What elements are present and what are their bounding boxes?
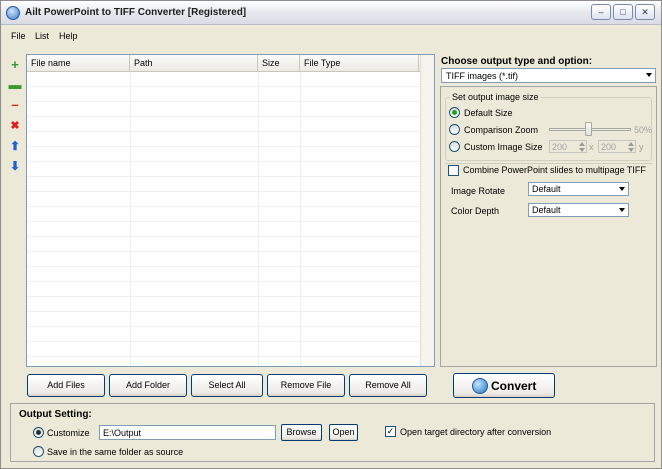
column-file-name[interactable]: File name <box>27 55 130 71</box>
remove-icon[interactable]: – <box>7 97 23 113</box>
combine-checkbox[interactable] <box>448 165 459 176</box>
add-icon[interactable]: + <box>7 57 23 73</box>
output-type-value: TIFF images (*.tif) <box>446 71 519 81</box>
size-y-label: y <box>639 142 644 152</box>
default-size-radio[interactable] <box>449 107 460 118</box>
open-dir-checkbox[interactable]: ✓ <box>385 426 396 437</box>
add-folder-button[interactable]: Add Folder <box>109 374 187 397</box>
convert-button[interactable]: Convert <box>453 373 555 398</box>
same-folder-label: Save in the same folder as source <box>47 447 184 457</box>
open-button[interactable]: Open <box>329 424 358 441</box>
menu-file[interactable]: File <box>11 31 26 41</box>
output-setting-title: Output Setting: <box>19 409 92 420</box>
app-icon <box>6 6 20 20</box>
default-size-label: Default Size <box>464 108 513 118</box>
column-file-type[interactable]: File Type <box>300 55 419 71</box>
column-divider <box>300 72 301 366</box>
browse-button[interactable]: Browse <box>281 424 322 441</box>
refresh-icon <box>472 378 488 394</box>
convert-label: Convert <box>491 379 537 393</box>
custom-size-label: Custom Image Size <box>464 142 543 152</box>
options-panel: Set output image size Default Size Compa… <box>440 86 657 367</box>
chevron-down-icon <box>619 187 625 191</box>
height-value: 200 <box>601 142 617 152</box>
zoom-value: 50% <box>634 125 653 135</box>
list-scrollbar[interactable] <box>420 55 434 366</box>
customize-label: Customize <box>47 428 90 438</box>
menu-bar: File List Help <box>1 27 661 44</box>
close-button[interactable]: ✕ <box>635 4 655 20</box>
delete-icon[interactable]: ✖ <box>7 118 23 134</box>
chevron-down-icon <box>646 73 652 77</box>
width-value: 200 <box>552 142 568 152</box>
color-depth-select[interactable]: Default <box>528 203 629 217</box>
zoom-slider-thumb[interactable] <box>585 122 592 136</box>
image-size-group: Set output image size Default Size Compa… <box>445 92 653 161</box>
maximize-button[interactable]: □ <box>613 4 633 20</box>
remove-file-button[interactable]: Remove File <box>267 374 345 397</box>
same-folder-radio[interactable] <box>33 446 44 457</box>
image-rotate-select[interactable]: Default <box>528 182 629 196</box>
output-type-select[interactable]: TIFF images (*.tif) <box>441 68 656 83</box>
divider <box>445 163 652 164</box>
chevron-up-icon[interactable] <box>628 142 634 146</box>
chevron-down-icon <box>619 208 625 212</box>
app-window: Ailt PowerPoint to TIFF Converter [Regis… <box>0 0 662 469</box>
menu-help[interactable]: Help <box>59 31 78 41</box>
chevron-down-icon[interactable] <box>628 148 634 152</box>
color-depth-label: Color Depth <box>451 206 500 216</box>
customize-radio[interactable] <box>33 427 44 438</box>
folder-icon[interactable]: ▬ <box>7 77 23 93</box>
arrow-down-icon[interactable]: ⬇ <box>7 158 23 174</box>
comparison-zoom-radio[interactable] <box>449 124 460 135</box>
color-depth-value: Default <box>532 205 561 215</box>
chevron-down-icon[interactable] <box>579 148 585 152</box>
output-type-title: Choose output type and option: <box>441 56 593 67</box>
title-bar: Ailt PowerPoint to TIFF Converter [Regis… <box>1 1 661 25</box>
output-path-value: E:\Output <box>103 428 142 438</box>
image-rotate-value: Default <box>532 184 561 194</box>
height-stepper[interactable]: 200 <box>598 140 636 153</box>
comparison-zoom-label: Comparison Zoom <box>464 125 539 135</box>
column-divider <box>130 72 131 366</box>
arrow-up-icon[interactable]: ⬆ <box>7 138 23 154</box>
image-rotate-label: Image Rotate <box>451 186 506 196</box>
width-stepper[interactable]: 200 <box>549 140 587 153</box>
remove-all-button[interactable]: Remove All <box>349 374 427 397</box>
minimize-button[interactable]: – <box>591 4 611 20</box>
column-path[interactable]: Path <box>130 55 258 71</box>
size-x-label: x <box>589 142 594 152</box>
menu-list[interactable]: List <box>35 31 49 41</box>
image-size-group-label: Set output image size <box>450 92 541 102</box>
add-files-button[interactable]: Add Files <box>27 374 105 397</box>
output-setting-panel: Output Setting: Customize E:\Output Brow… <box>10 403 655 462</box>
custom-size-radio[interactable] <box>449 141 460 152</box>
column-divider <box>258 72 259 366</box>
output-path-input[interactable]: E:\Output <box>99 425 276 440</box>
file-list-header: File name Path Size File Type <box>27 55 434 72</box>
select-all-button[interactable]: Select All <box>191 374 263 397</box>
column-size[interactable]: Size <box>258 55 300 71</box>
file-list-body[interactable] <box>27 72 420 366</box>
chevron-up-icon[interactable] <box>579 142 585 146</box>
open-dir-label: Open target directory after conversion <box>400 427 552 437</box>
file-list[interactable]: File name Path Size File Type <box>26 54 435 367</box>
window-controls: – □ ✕ <box>591 4 655 20</box>
combine-label: Combine PowerPoint slides to multipage T… <box>463 165 646 175</box>
window-title: Ailt PowerPoint to TIFF Converter [Regis… <box>25 7 247 18</box>
